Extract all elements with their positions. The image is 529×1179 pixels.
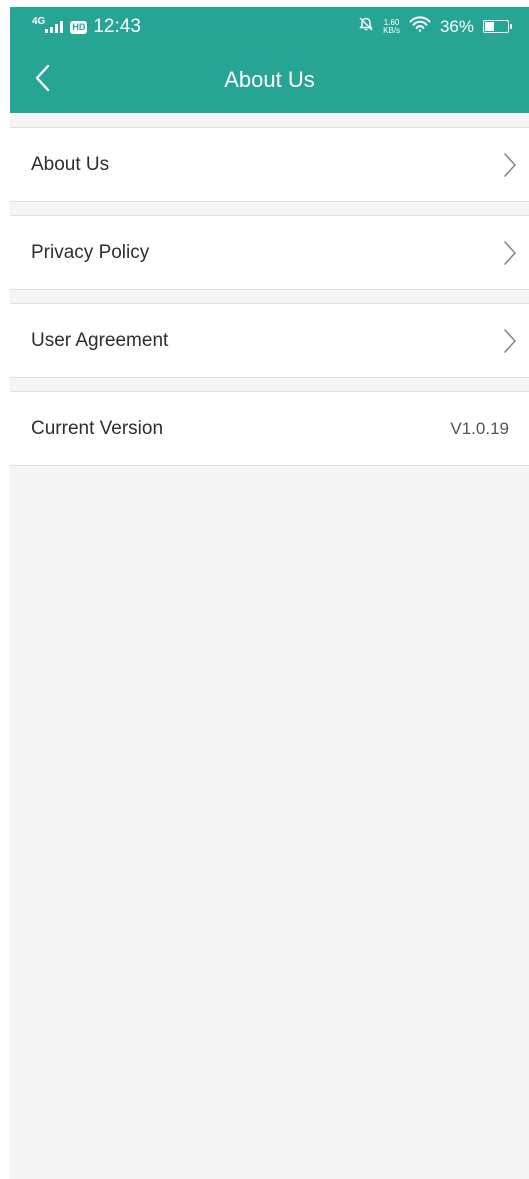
current-version-item: Current Version V1.0.19 — [10, 391, 529, 466]
status-time: 12:43 — [93, 16, 141, 37]
about-us-item[interactable]: About Us — [10, 127, 529, 202]
chevron-right-icon — [503, 152, 517, 178]
wifi-icon — [409, 16, 431, 37]
network-speed: 1.60 KB/s — [383, 18, 400, 35]
privacy-policy-item[interactable]: Privacy Policy — [10, 215, 529, 290]
hd-badge: HD — [70, 20, 88, 34]
nav-bar: About Us — [10, 47, 529, 113]
about-us-label: About Us — [31, 153, 110, 175]
chevron-right-icon — [503, 240, 517, 266]
status-bar: 4G HD 12:43 1.60 KB/s 36% — [10, 7, 529, 47]
status-left: 4G HD 12:43 — [32, 16, 141, 38]
user-agreement-label: User Agreement — [31, 329, 169, 351]
speed-unit: KB/s — [383, 25, 400, 35]
status-right: 1.60 KB/s 36% — [358, 16, 512, 37]
battery-icon — [483, 20, 512, 33]
battery-percent: 36% — [439, 16, 474, 36]
privacy-policy-label: Privacy Policy — [31, 241, 150, 263]
settings-list: About Us Privacy Policy User Agreement C… — [10, 127, 529, 466]
network-type: 4G — [32, 15, 46, 27]
app-screen: 4G HD 12:43 1.60 KB/s 36% About Us About… — [10, 7, 529, 1179]
user-agreement-item[interactable]: User Agreement — [10, 303, 529, 378]
signal-icon — [45, 21, 64, 33]
current-version-label: Current Version — [31, 417, 164, 439]
current-version-value: V1.0.19 — [450, 418, 509, 438]
page-title: About Us — [224, 67, 315, 92]
mute-icon — [358, 16, 374, 37]
app-header: 4G HD 12:43 1.60 KB/s 36% About Us — [10, 7, 529, 113]
chevron-right-icon — [503, 328, 517, 354]
